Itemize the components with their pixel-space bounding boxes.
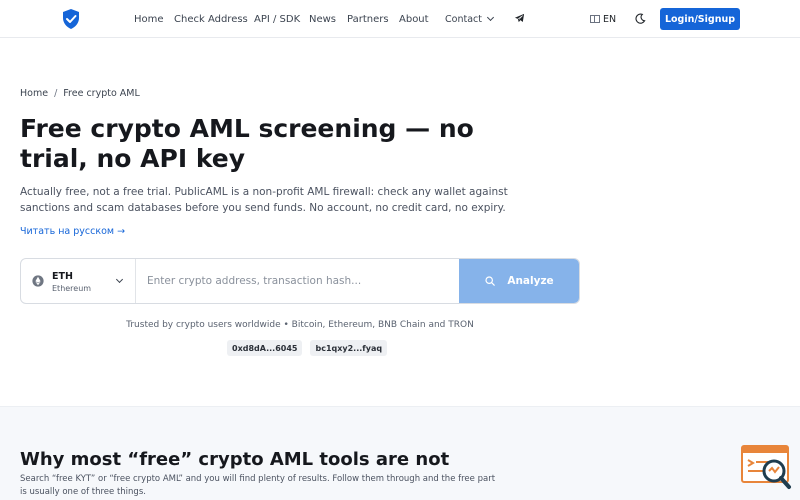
chevron-down-icon [115, 275, 124, 284]
telegram-icon[interactable] [514, 13, 525, 24]
chain-name: Ethereum [52, 284, 92, 293]
nav-check-address[interactable]: Check Address [174, 0, 248, 38]
why-section-title: Why most “free” crypto AML tools are not [20, 449, 450, 470]
trusted-by-text: Trusted by crypto users worldwide • Bitc… [126, 320, 474, 330]
why-section-text: Search “free KYT” or “free crypto AML” a… [20, 474, 496, 497]
example-chip-btc[interactable]: bc1qxy2...fyaq [310, 340, 388, 356]
nav-check-address-link[interactable]: Check Address [174, 14, 248, 25]
breadcrumb-home[interactable]: Home [20, 88, 48, 99]
example-chip-eth[interactable]: 0xd8dA...6045 [227, 340, 303, 356]
page-title: Free crypto AML screening — no trial, no… [20, 114, 474, 173]
breadcrumb: Home / Free crypto AML [20, 88, 140, 99]
nav-home[interactable]: Home [134, 0, 164, 38]
language-label: EN [603, 13, 617, 25]
site-header: Home Check Address API / SDK News Partne… [0, 0, 800, 38]
shield-check-icon[interactable] [62, 9, 80, 29]
chain-select[interactable]: ETH Ethereum [21, 259, 136, 303]
nav-api-sdk-link[interactable]: API / SDK [254, 14, 300, 25]
read-in-russian-link[interactable]: Читать на русском → [20, 226, 125, 237]
support-widget-icon[interactable] [740, 444, 792, 492]
nav-api-sdk[interactable]: API / SDK [254, 0, 300, 38]
search-icon [485, 276, 496, 286]
hero-lead-text: Actually free, not a free trial. PublicA… [20, 186, 508, 214]
nav-news[interactable]: News [309, 0, 336, 38]
chevron-down-icon [486, 13, 495, 22]
example-address-chips: 0xd8dA...6045 bc1qxy2...fyaq [227, 340, 388, 356]
chain-code: ETH [52, 271, 73, 282]
nav-home-link[interactable]: Home [134, 14, 164, 25]
nav-about-link[interactable]: About [399, 14, 429, 25]
breadcrumb-separator: / [54, 88, 58, 99]
moon-icon[interactable] [635, 13, 646, 24]
analyze-label: Analyze [507, 275, 554, 287]
address-search-bar: ETH Ethereum Analyze [20, 258, 580, 304]
nav-contact-dropdown[interactable]: Contact [445, 0, 495, 38]
nav-contact-label: Contact [445, 13, 482, 25]
language-switcher[interactable]: EN [590, 0, 616, 38]
login-signup-button[interactable]: Login/Signup [660, 8, 740, 30]
nav-partners[interactable]: Partners [347, 0, 389, 38]
analyze-button[interactable]: Analyze [459, 259, 579, 303]
ethereum-icon [32, 275, 44, 287]
why-section: Why most “free” crypto AML tools are not… [0, 406, 800, 500]
nav-partners-link[interactable]: Partners [347, 14, 389, 25]
language-flag-icon [590, 15, 600, 23]
nav-news-link[interactable]: News [309, 14, 336, 25]
address-input[interactable] [137, 259, 459, 303]
nav-about[interactable]: About [399, 0, 429, 38]
breadcrumb-current: Free crypto AML [63, 88, 140, 99]
